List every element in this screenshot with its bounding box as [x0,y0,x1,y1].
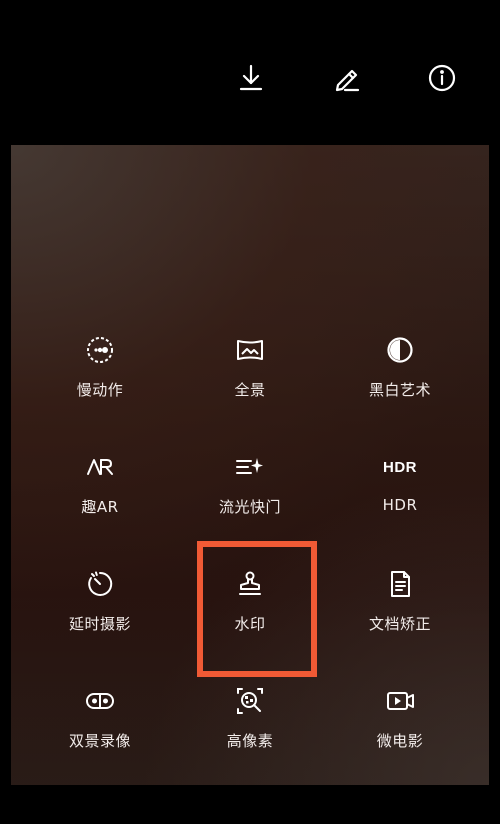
timer-icon [83,567,117,601]
mode-label: HDR [382,496,418,514]
mode-label: 高像素 [226,732,274,750]
mode-label: 双景录像 [68,732,131,750]
edit-icon[interactable] [327,58,367,98]
mode-high-res[interactable]: 高像素 [170,684,330,764]
light-trail-icon [233,450,267,484]
mode-mono-art[interactable]: 黑白艺术 [320,333,480,413]
video-play-icon [383,684,417,718]
panorama-icon [233,333,267,367]
top-toolbar [0,0,500,145]
mode-hdr[interactable]: HDR HDR [320,450,480,530]
stamp-icon [233,567,267,601]
ar-icon [83,450,117,484]
mode-label: 文档矫正 [368,615,431,633]
mode-panorama[interactable]: 全景 [170,333,330,413]
high-res-icon [233,684,267,718]
slow-motion-icon [83,333,117,367]
info-icon[interactable] [422,58,462,98]
document-icon [383,567,417,601]
mode-label: 微电影 [376,732,424,750]
mode-light-painting[interactable]: 流光快门 [170,450,330,530]
mode-label: 延时摄影 [68,615,131,633]
camera-modes-panel: 慢动作 全景 黑白艺术 趣AR 流光快门 HDR HDR 延时摄影 水印 文档矫… [11,145,489,785]
contrast-icon [383,333,417,367]
mode-watermark[interactable]: 水印 [170,567,330,647]
mode-document-scan[interactable]: 文档矫正 [320,567,480,647]
mode-fun-ar[interactable]: 趣AR [20,450,180,530]
mode-label: 黑白艺术 [368,381,431,399]
mode-time-lapse[interactable]: 延时摄影 [20,567,180,647]
hdr-icon: HDR [383,458,417,476]
mode-slow-motion[interactable]: 慢动作 [20,333,180,413]
download-icon[interactable] [231,58,271,98]
mode-dual-view[interactable]: 双景录像 [20,684,180,764]
modes-grid: 慢动作 全景 黑白艺术 趣AR 流光快门 HDR HDR 延时摄影 水印 文档矫… [11,145,489,785]
dual-lens-icon [83,684,117,718]
mode-label: 慢动作 [76,381,124,399]
mode-label: 趣AR [81,498,119,516]
mode-label: 水印 [234,615,266,633]
mode-micro-movie[interactable]: 微电影 [320,684,480,764]
mode-label: 流光快门 [218,498,281,516]
mode-label: 全景 [234,381,266,399]
